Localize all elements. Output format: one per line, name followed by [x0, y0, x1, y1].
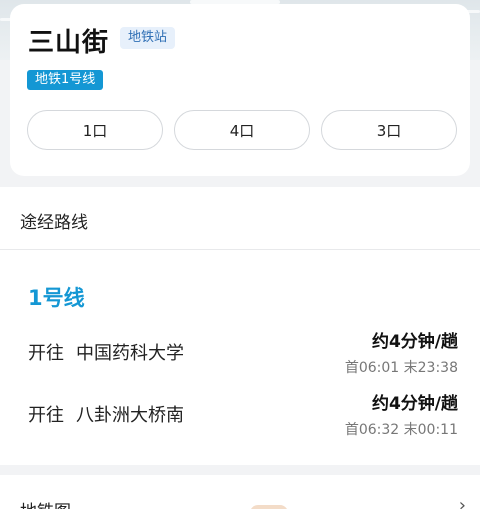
exit-button-3[interactable]: 3口	[321, 110, 457, 150]
station-detail-page: 三山街 地铁站 地铁1号线 1口 4口 3口 途经路线 1号线 开往 中国药科大…	[0, 0, 480, 509]
routes-section: 途经路线 1号线 开往 中国药科大学 约4分钟/趟 首06:01 末23:38 …	[0, 187, 480, 465]
direction-interval: 约4分钟/趟	[371, 332, 458, 352]
exit-buttons: 1口 4口 3口	[27, 110, 457, 152]
direction-interval: 约4分钟/趟	[371, 394, 458, 414]
station-type-badge: 地铁站	[120, 27, 176, 49]
direction-row[interactable]: 开往 中国药科大学 约4分钟/趟 首06:01 末23:38	[0, 327, 480, 387]
chevron-right-icon[interactable]: ›	[459, 495, 466, 509]
direction-destination: 八卦洲大桥南	[76, 405, 184, 426]
direction-destination: 中国药科大学	[76, 343, 184, 364]
line-badge[interactable]: 地铁1号线	[27, 70, 104, 90]
line-name[interactable]: 1号线	[28, 282, 85, 312]
subway-map-section[interactable]: 地铁图 ›	[0, 475, 480, 509]
direction-first-last-time: 首06:01 末23:38	[344, 360, 458, 376]
station-header-card: 三山街 地铁站 地铁1号线 1口 4口 3口	[10, 4, 470, 176]
divider	[0, 249, 480, 250]
direction-row[interactable]: 开往 八卦洲大桥南 约4分钟/趟 首06:32 末00:11	[0, 389, 480, 449]
direction-prefix: 开往	[28, 343, 64, 364]
subway-map-thumbnail	[250, 505, 288, 509]
subway-map-title: 地铁图	[20, 497, 71, 509]
direction-first-last-time: 首06:32 末00:11	[344, 422, 458, 438]
direction-prefix: 开往	[28, 405, 64, 426]
exit-button-4[interactable]: 4口	[174, 110, 310, 150]
exit-button-1[interactable]: 1口	[27, 110, 163, 150]
routes-section-title: 途经路线	[20, 213, 88, 233]
station-name: 三山街	[28, 28, 110, 58]
